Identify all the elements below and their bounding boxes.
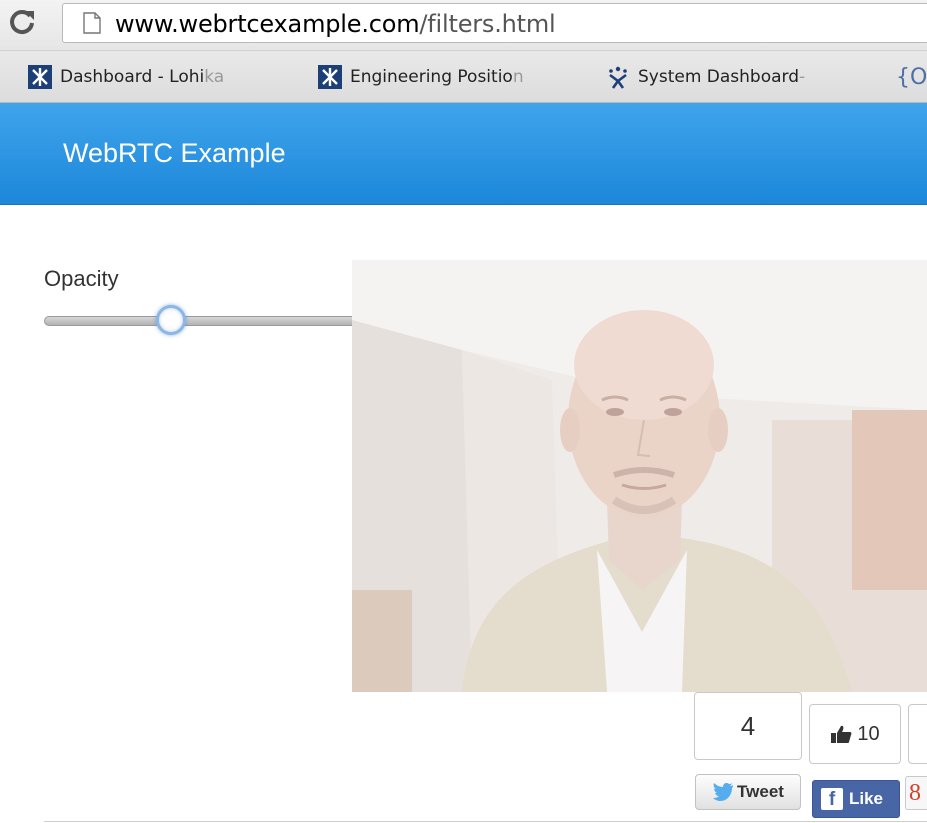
tweet-label: Tweet [737, 782, 784, 801]
like-label: Like [849, 789, 884, 808]
divider [44, 821, 927, 822]
bookmark-label-faded: - [799, 67, 806, 87]
gplus-glyph: 8 [909, 780, 921, 806]
google-plus-button[interactable]: 8 [905, 776, 927, 810]
thumbs-up-icon [831, 725, 852, 743]
bookmark-label: {O [896, 64, 927, 90]
tweet-button[interactable]: Tweet [695, 774, 801, 810]
slider-thumb[interactable] [156, 305, 186, 335]
bookmarks-bar: Dashboard - Lohi ka Engineering Positio n … [0, 51, 927, 103]
tweet-count-bubble: 4 [694, 692, 802, 760]
jira-logo-icon [609, 66, 627, 89]
bookmark-label: System Dashboard [638, 67, 800, 87]
like-count-text: 10 [857, 722, 880, 745]
facebook-logo-icon: f [821, 788, 843, 810]
bookmark-label: Dashboard - Lohi [60, 67, 205, 87]
url-text: www.webrtcexample.com/filters.html [115, 10, 556, 38]
like-count-bubble: 10 [809, 704, 901, 764]
reload-icon[interactable] [8, 8, 36, 36]
gplus-count-bubble [908, 704, 927, 764]
navbar-brand[interactable]: WebRTC Example [63, 138, 286, 169]
bookmark-label: Engineering Positio [350, 67, 513, 87]
opacity-label: Opacity [44, 266, 119, 291]
page-icon [83, 12, 101, 34]
url-host: www.webrtcexample.com [115, 10, 420, 38]
twitter-bird-icon [713, 783, 734, 801]
url-path: /filters.html [419, 10, 556, 38]
browser-toolbar: www.webrtcexample.com/filters.html [0, 0, 927, 51]
webcam-image [352, 260, 927, 692]
bookmark-truncated[interactable]: {O [896, 64, 927, 90]
lohika-logo-icon [318, 65, 342, 89]
bookmark-system-dashboard[interactable]: System Dashboard - [606, 64, 805, 90]
bookmark-label-faded: n [512, 67, 524, 87]
facebook-like-button[interactable]: f Like [812, 780, 900, 818]
bookmark-dashboard-lohika[interactable]: Dashboard - Lohi ka [28, 64, 224, 90]
address-bar[interactable]: www.webrtcexample.com/filters.html [62, 3, 927, 43]
navbar: WebRTC Example [0, 103, 927, 205]
bookmark-label-faded: ka [204, 67, 225, 87]
video-feed [352, 260, 927, 692]
bookmark-engineering-position[interactable]: Engineering Positio n [318, 64, 524, 90]
lohika-logo-icon [28, 65, 52, 89]
